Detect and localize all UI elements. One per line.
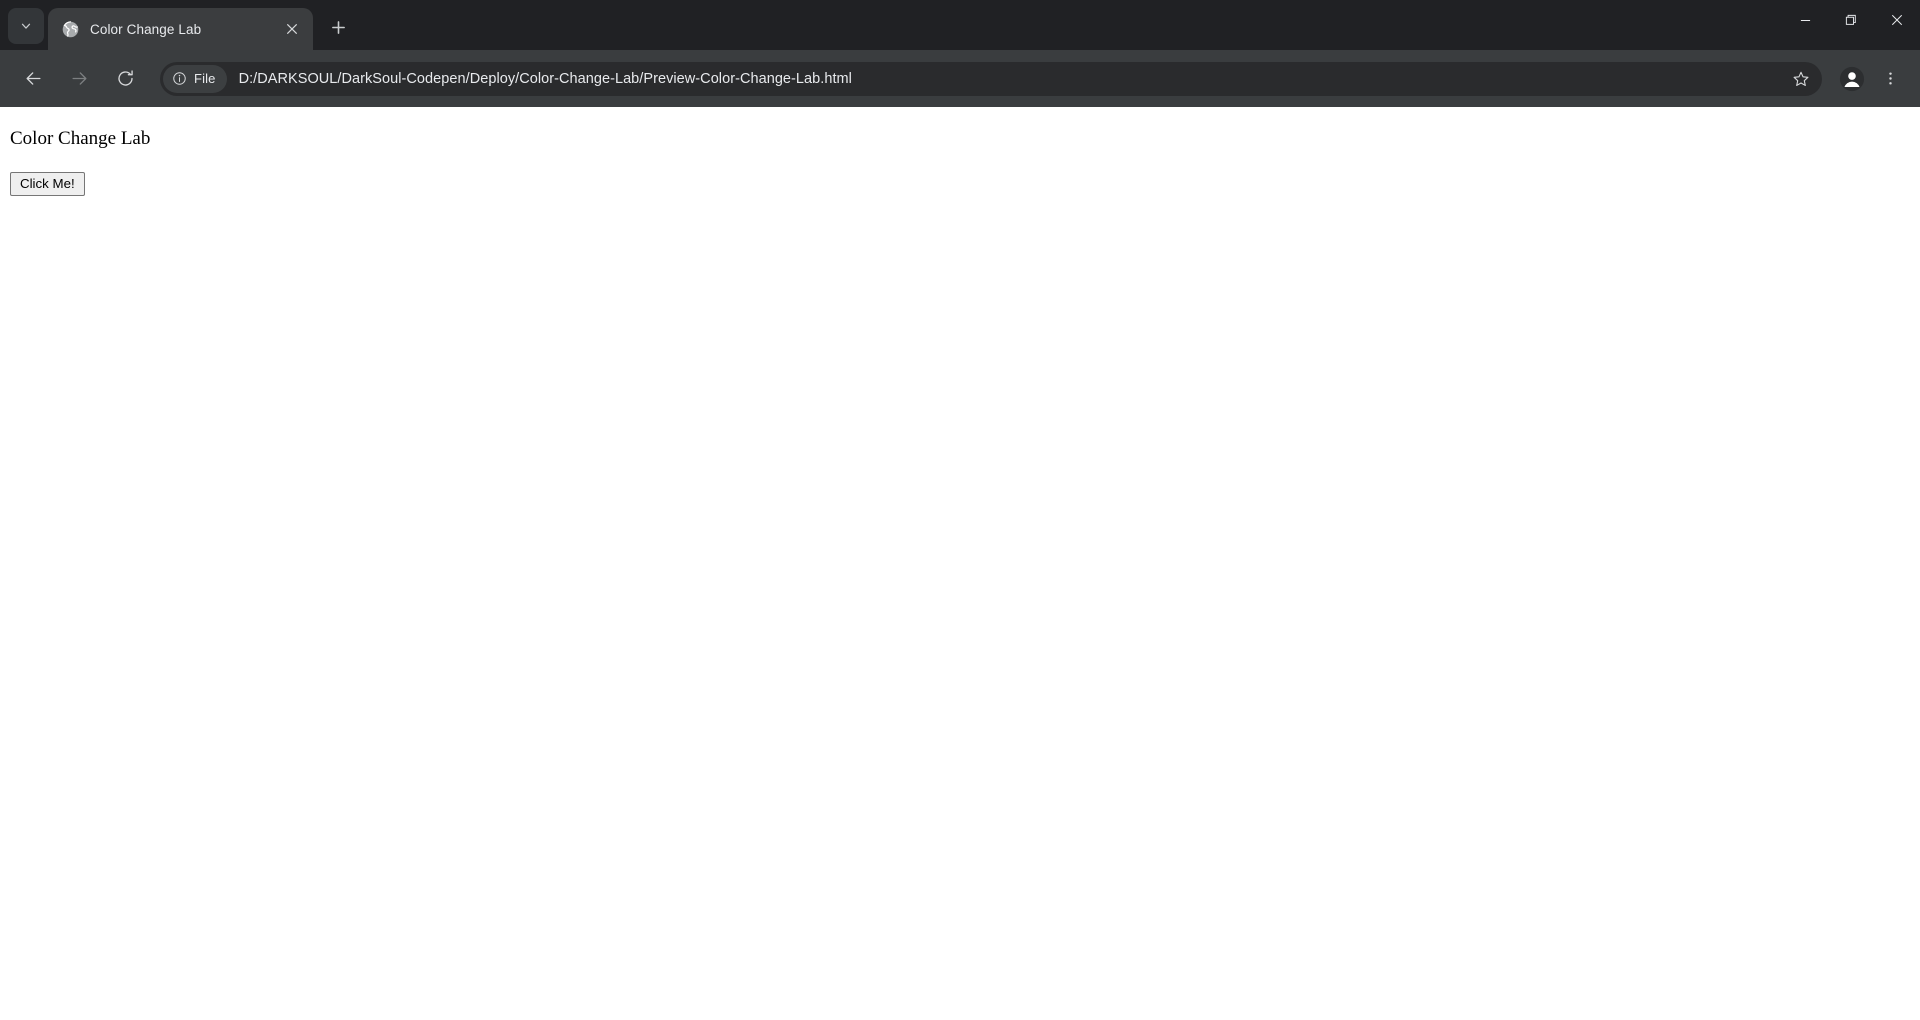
site-info-chip-label: File <box>194 71 216 86</box>
star-icon <box>1793 71 1809 86</box>
browser-toolbar: File D:/DARKSOUL/DarkSoul-Codepen/Deploy… <box>0 50 1920 107</box>
tab-title: Color Change Lab <box>90 21 202 37</box>
site-info-chip[interactable]: File <box>163 64 227 93</box>
close-window-button[interactable] <box>1874 0 1920 40</box>
back-button[interactable] <box>16 62 50 96</box>
tab-search-button[interactable] <box>8 8 44 44</box>
browser-menu-button[interactable] <box>1874 62 1906 96</box>
tab-close-button[interactable] <box>281 18 303 40</box>
bookmark-button[interactable] <box>1786 64 1816 94</box>
account-avatar-icon <box>1839 66 1865 91</box>
tab-color-change-lab[interactable]: Color Change Lab <box>48 8 313 50</box>
tab-strip: Color Change Lab <box>0 0 1920 50</box>
three-dot-menu-icon <box>1888 72 1892 85</box>
tabstrip-drag-area <box>353 0 1782 50</box>
window-controls <box>1782 0 1920 50</box>
omnibox-url-text[interactable]: D:/DARKSOUL/DarkSoul-Codepen/Deploy/Colo… <box>239 71 1786 87</box>
arrow-right-icon <box>71 72 87 85</box>
minimize-icon <box>1800 19 1810 21</box>
globe-icon <box>62 20 79 37</box>
new-tab-button[interactable] <box>323 12 353 42</box>
info-circle-icon <box>173 72 186 85</box>
page-viewport: Color Change Lab Click Me! <box>0 107 1920 1020</box>
toolbar-right-actions <box>1830 62 1910 96</box>
browser-window: Color Change Lab File D:/DARKSOUL/DarkSo… <box>0 0 1920 1020</box>
close-icon <box>1891 14 1903 26</box>
restore-window-icon <box>1845 14 1856 25</box>
minimize-window-button[interactable] <box>1782 0 1828 40</box>
reload-icon <box>117 70 133 86</box>
close-icon <box>287 24 297 34</box>
forward-button[interactable] <box>62 62 96 96</box>
plus-icon <box>331 20 345 34</box>
page-body: Color Change Lab Click Me! <box>0 107 1920 204</box>
omnibox[interactable]: File D:/DARKSOUL/DarkSoul-Codepen/Deploy… <box>160 61 1822 96</box>
reload-button[interactable] <box>108 62 142 96</box>
chevron-down-icon <box>21 23 31 29</box>
profile-button[interactable] <box>1835 62 1869 96</box>
click-me-button[interactable]: Click Me! <box>10 171 85 196</box>
maximize-window-button[interactable] <box>1828 0 1874 40</box>
page-title: Color Change Lab <box>10 128 151 149</box>
arrow-left-icon <box>25 72 41 85</box>
